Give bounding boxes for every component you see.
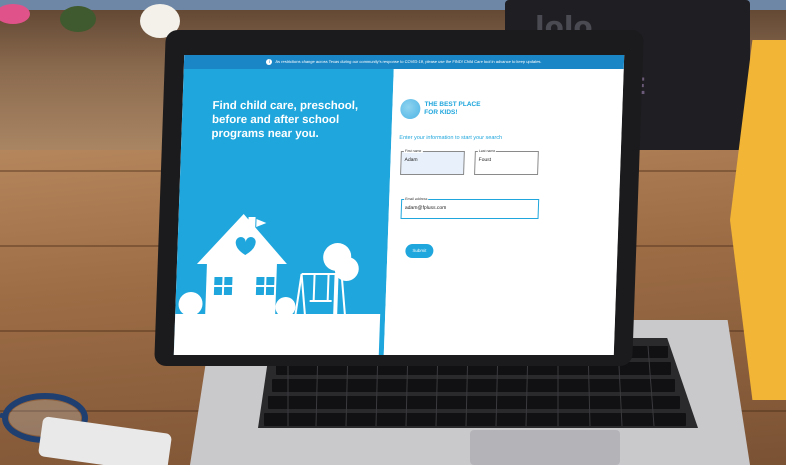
search-prompt: Enter your information to start your sea…: [399, 135, 503, 141]
house-playground-illustration: [173, 214, 381, 355]
first-name-field[interactable]: First name Adam: [400, 149, 465, 175]
submit-button[interactable]: Submit: [405, 244, 434, 258]
signup-panel: THE BEST PLACE FOR KIDS! Enter your info…: [383, 69, 624, 355]
email-label: Email address: [404, 197, 429, 201]
leaves: [60, 6, 96, 32]
email-field[interactable]: Email address adam@fpluss.com: [400, 197, 540, 219]
photo-scene: lolo ZE Do: [0, 0, 786, 465]
email-value: adam@fpluss.com: [404, 205, 447, 211]
hero-panel: Find child care, preschool, before and a…: [173, 69, 394, 355]
first-name-label: First name: [403, 149, 423, 153]
kids-logo-icon: [400, 99, 421, 119]
last-name-field[interactable]: Last name Foust: [474, 149, 539, 175]
banner-text: As restrictions change across Texas duri…: [275, 59, 542, 64]
first-name-value: Adam: [404, 157, 418, 163]
brand-logo: THE BEST PLACE FOR KIDS!: [424, 101, 481, 117]
logo-line-2: FOR KIDS!: [424, 109, 458, 116]
laptop-screen: i As restrictions change across Texas dur…: [173, 55, 625, 355]
last-name-value: Foust: [478, 157, 492, 163]
laptop-trackpad: [470, 430, 620, 465]
covid-banner: i As restrictions change across Texas dur…: [183, 55, 625, 69]
logo-line-1: THE BEST PLACE: [424, 101, 481, 108]
last-name-label: Last name: [477, 149, 497, 153]
info-icon: i: [266, 58, 273, 65]
